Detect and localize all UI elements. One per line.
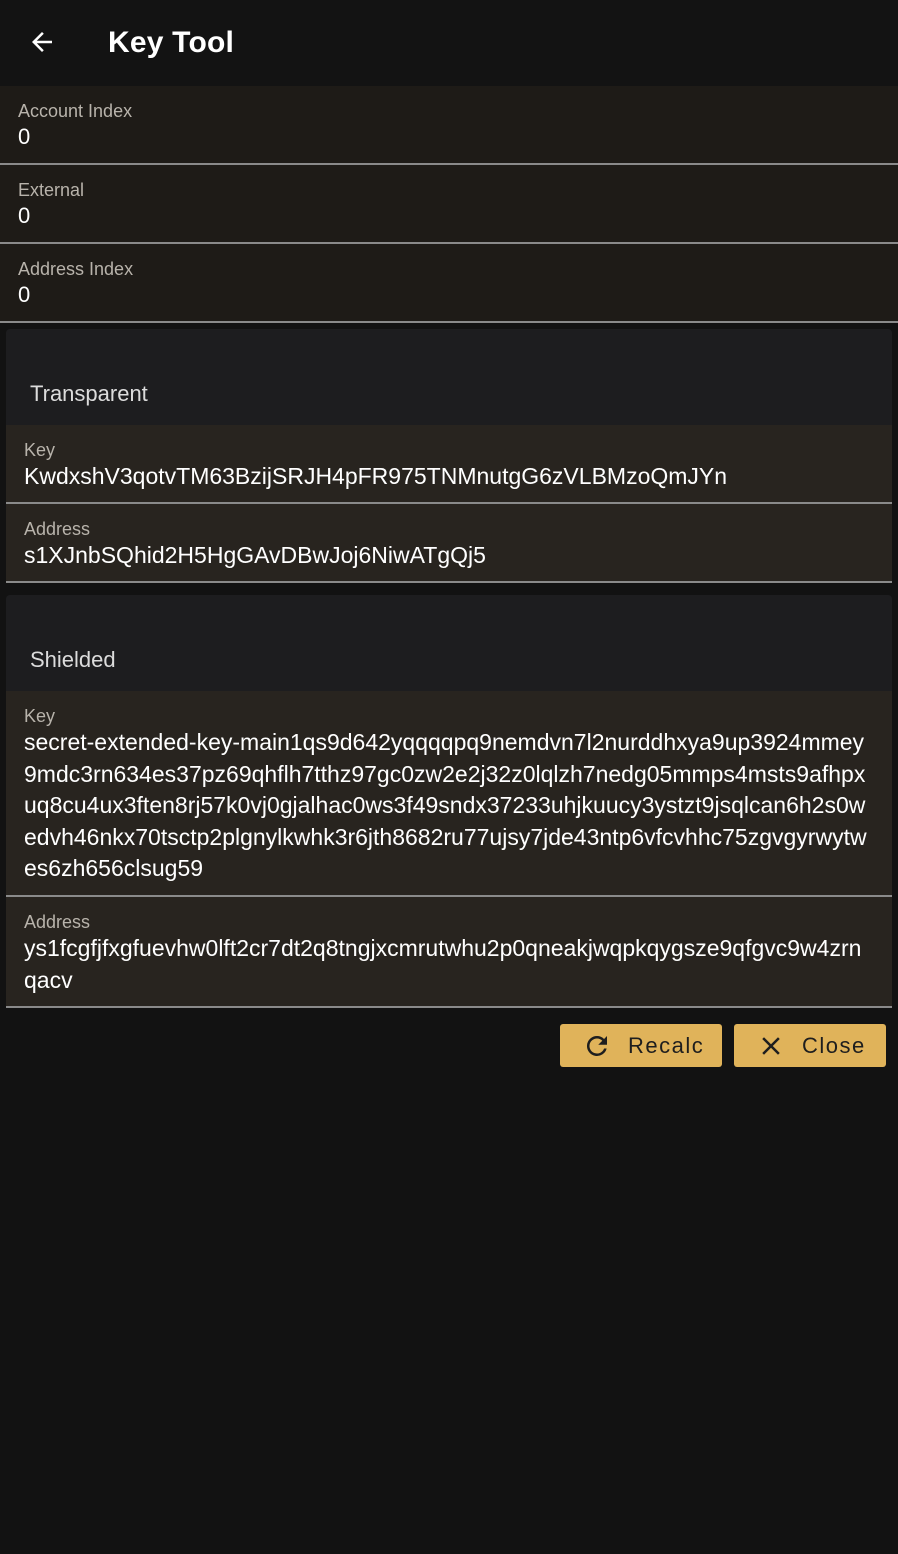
shielded-key-field[interactable]: Key secret-extended-key-main1qs9d642yqqq…: [6, 691, 892, 897]
account-index-field[interactable]: Account Index 0: [0, 86, 898, 165]
shielded-address-label: Address: [24, 912, 91, 932]
action-bar: Recalc Close: [0, 1008, 898, 1067]
close-label: Close: [802, 1032, 866, 1058]
transparent-key-label: Key: [24, 440, 56, 460]
transparent-key-value[interactable]: KwdxshV3qotvTM63BzijSRJH4pFR975TNMnutgG6…: [24, 461, 874, 493]
external-value[interactable]: 0: [18, 201, 880, 231]
shielded-card: Shielded Key secret-extended-key-main1qs…: [6, 595, 892, 1008]
transparent-key-field[interactable]: Key KwdxshV3qotvTM63BzijSRJH4pFR975TNMnu…: [6, 425, 892, 504]
external-label: External: [18, 180, 85, 200]
refresh-icon: [582, 1031, 612, 1061]
recalc-button[interactable]: Recalc: [560, 1024, 722, 1067]
transparent-address-label: Address: [24, 519, 91, 539]
shielded-address-field[interactable]: Address ys1fcgfjfxgfuevhw0lft2cr7dt2q8tn…: [6, 897, 892, 1008]
transparent-card: Transparent Key KwdxshV3qotvTM63BzijSRJH…: [6, 329, 892, 583]
transparent-title: Transparent: [30, 381, 148, 406]
close-icon: [756, 1031, 786, 1061]
address-index-field[interactable]: Address Index 0: [0, 244, 898, 323]
shielded-address-value[interactable]: ys1fcgfjfxgfuevhw0lft2cr7dt2q8tngjxcmrut…: [24, 933, 874, 996]
account-index-value[interactable]: 0: [18, 122, 880, 152]
arrow-left-icon: [32, 32, 52, 52]
account-index-label: Account Index: [18, 101, 133, 121]
external-field[interactable]: External 0: [0, 165, 898, 244]
shielded-title: Shielded: [30, 647, 116, 672]
close-button[interactable]: Close: [734, 1024, 886, 1067]
recalc-label: Recalc: [628, 1032, 705, 1058]
transparent-header: Transparent: [6, 329, 892, 425]
transparent-address-value[interactable]: s1XJnbSQhid2H5HgGAvDBwJoj6NiwATgQj5: [24, 540, 874, 572]
transparent-address-field[interactable]: Address s1XJnbSQhid2H5HgGAvDBwJoj6NiwATg…: [6, 504, 892, 583]
shielded-key-label: Key: [24, 706, 56, 726]
shielded-key-value[interactable]: secret-extended-key-main1qs9d642yqqqqpq9…: [24, 727, 874, 885]
shielded-header: Shielded: [6, 595, 892, 691]
app-bar: Key Tool: [0, 0, 898, 86]
address-index-label: Address Index: [18, 259, 134, 279]
page-title: Key Tool: [108, 26, 235, 59]
back-button[interactable]: [22, 22, 62, 62]
address-index-value[interactable]: 0: [18, 280, 880, 310]
